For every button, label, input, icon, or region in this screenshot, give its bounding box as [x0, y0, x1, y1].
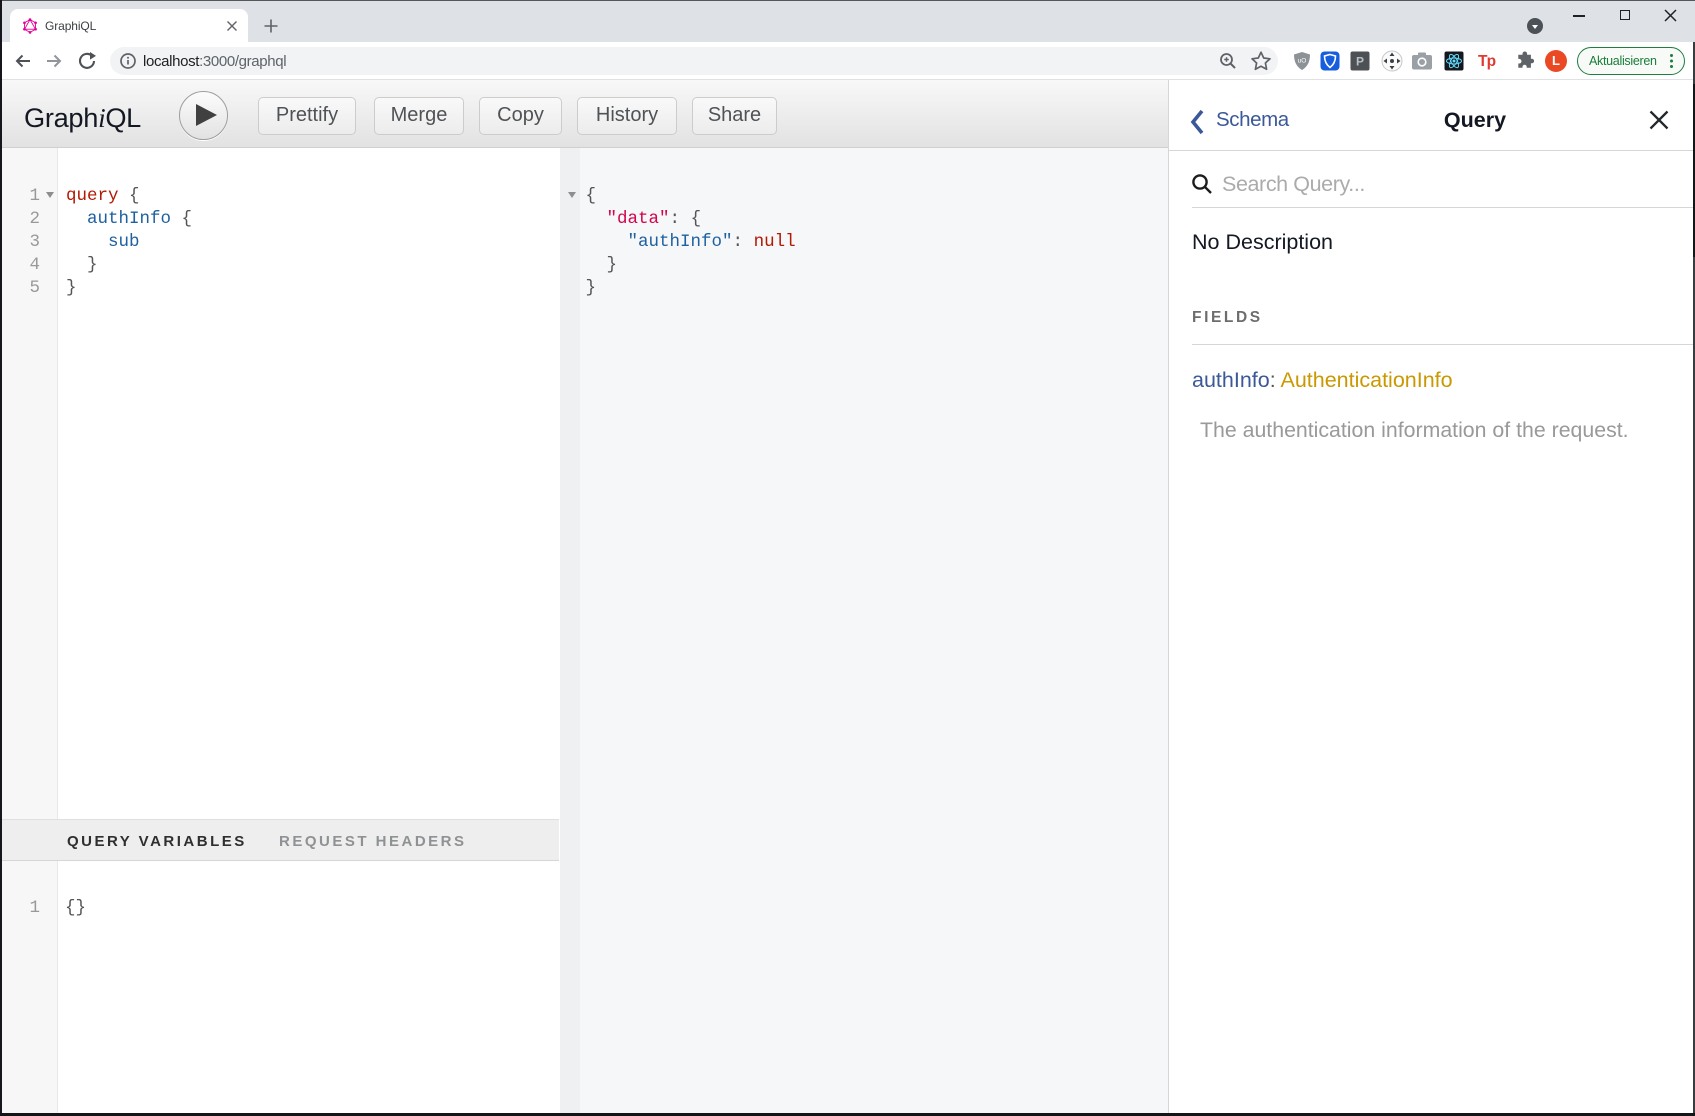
svg-text:uO: uO [1298, 58, 1307, 65]
svg-text:P: P [1356, 55, 1364, 69]
